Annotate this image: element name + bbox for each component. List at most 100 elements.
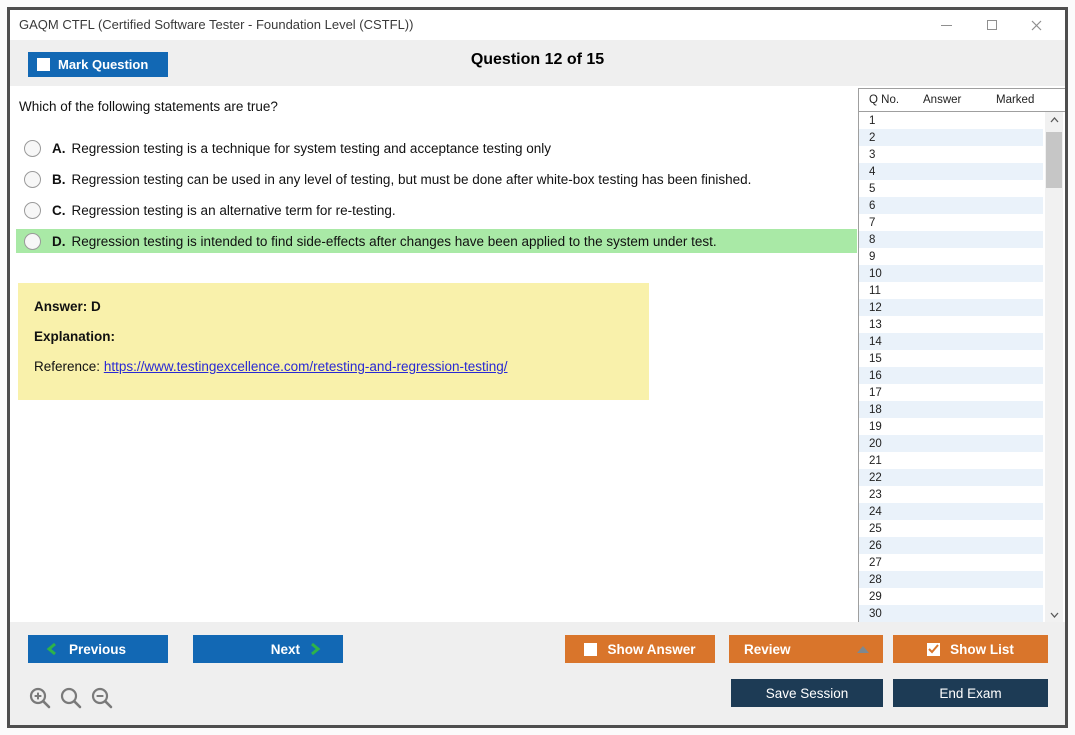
question-list-row[interactable]: 8 — [859, 231, 1043, 248]
row-qno: 10 — [859, 268, 913, 280]
option-b[interactable]: B. Regression testing can be used in any … — [16, 167, 857, 191]
question-list-row[interactable]: 20 — [859, 435, 1043, 452]
question-list-row[interactable]: 15 — [859, 350, 1043, 367]
question-list-row[interactable]: 19 — [859, 418, 1043, 435]
end-exam-button[interactable]: End Exam — [893, 679, 1048, 707]
question-list-row[interactable]: 28 — [859, 571, 1043, 588]
radio-icon[interactable] — [24, 233, 41, 250]
row-qno: 21 — [859, 455, 913, 467]
question-list-row[interactable]: 26 — [859, 537, 1043, 554]
row-qno: 14 — [859, 336, 913, 348]
option-text: Regression testing is a technique for sy… — [72, 141, 552, 156]
window-title: GAQM CTFL (Certified Software Tester - F… — [19, 17, 413, 32]
question-list-row[interactable]: 10 — [859, 265, 1043, 282]
question-list-row[interactable]: 12 — [859, 299, 1043, 316]
scroll-down-icon[interactable] — [1045, 607, 1063, 623]
question-list-row[interactable]: 9 — [859, 248, 1043, 265]
question-list-row[interactable]: 21 — [859, 452, 1043, 469]
question-list-row[interactable]: 14 — [859, 333, 1043, 350]
question-list-row[interactable]: 16 — [859, 367, 1043, 384]
reference-link[interactable]: https://www.testingexcellence.com/retest… — [104, 359, 508, 374]
zoom-controls — [28, 686, 114, 710]
option-letter: B. — [52, 172, 66, 187]
scrollbar-thumb[interactable] — [1046, 132, 1062, 188]
option-text: Regression testing can be used in any le… — [72, 172, 752, 187]
option-text: Regression testing is intended to find s… — [72, 234, 717, 249]
row-qno: 27 — [859, 557, 913, 569]
show-answer-checkbox[interactable] — [584, 643, 597, 656]
check-icon — [928, 644, 939, 654]
save-session-button[interactable]: Save Session — [731, 679, 883, 707]
review-button[interactable]: Review — [729, 635, 883, 663]
options-list: A. Regression testing is a technique for … — [16, 136, 857, 260]
show-list-checkbox[interactable] — [927, 643, 940, 656]
app-window: GAQM CTFL (Certified Software Tester - F… — [7, 7, 1068, 728]
zoom-out-icon[interactable] — [90, 686, 114, 710]
question-list-header: Q No. Answer Marked — [859, 89, 1065, 112]
option-letter: A. — [52, 141, 66, 156]
desktop-background: GAQM CTFL (Certified Software Tester - F… — [0, 0, 1075, 735]
radio-icon[interactable] — [24, 140, 41, 157]
question-text: Which of the following statements are tr… — [19, 99, 278, 114]
question-list-row[interactable]: 7 — [859, 214, 1043, 231]
previous-label: Previous — [69, 642, 126, 657]
question-list-row[interactable]: 6 — [859, 197, 1043, 214]
question-list-row[interactable]: 27 — [859, 554, 1043, 571]
row-qno: 28 — [859, 574, 913, 586]
review-label: Review — [744, 642, 791, 657]
zoom-reset-icon[interactable] — [59, 686, 83, 710]
prev-chevron-icon — [46, 642, 57, 656]
previous-button[interactable]: Previous — [28, 635, 168, 663]
show-answer-label: Show Answer — [607, 642, 695, 657]
radio-icon[interactable] — [24, 202, 41, 219]
question-list-row[interactable]: 29 — [859, 588, 1043, 605]
row-qno: 29 — [859, 591, 913, 603]
question-list-row[interactable]: 2 — [859, 129, 1043, 146]
question-list-row[interactable]: 17 — [859, 384, 1043, 401]
question-list-body: 1234567891011121314151617181920212223242… — [859, 112, 1043, 622]
question-list-row[interactable]: 1 — [859, 112, 1043, 129]
row-qno: 26 — [859, 540, 913, 552]
close-icon[interactable] — [1014, 10, 1059, 40]
option-letter: C. — [52, 203, 66, 218]
footer-bar: Previous Next Show Answer Review Show Li… — [10, 622, 1065, 725]
option-a[interactable]: A. Regression testing is a technique for … — [16, 136, 857, 160]
row-qno: 1 — [859, 115, 913, 127]
show-list-button[interactable]: Show List — [893, 635, 1048, 663]
row-qno: 2 — [859, 132, 913, 144]
row-qno: 20 — [859, 438, 913, 450]
question-list-row[interactable]: 18 — [859, 401, 1043, 418]
row-qno: 30 — [859, 608, 913, 620]
row-qno: 16 — [859, 370, 913, 382]
row-qno: 13 — [859, 319, 913, 331]
maximize-icon[interactable] — [969, 10, 1014, 40]
option-d[interactable]: D.Regression testing is intended to find… — [16, 229, 857, 253]
radio-icon[interactable] — [24, 171, 41, 188]
explanation-label: Explanation: — [34, 329, 633, 344]
question-list-row[interactable]: 30 — [859, 605, 1043, 622]
question-list-row[interactable]: 11 — [859, 282, 1043, 299]
end-exam-label: End Exam — [939, 686, 1001, 701]
question-list-row[interactable]: 23 — [859, 486, 1043, 503]
question-list-scrollbar[interactable] — [1045, 112, 1063, 623]
show-answer-button[interactable]: Show Answer — [565, 635, 715, 663]
row-qno: 18 — [859, 404, 913, 416]
next-button[interactable]: Next — [193, 635, 343, 663]
row-qno: 12 — [859, 302, 913, 314]
question-list-row[interactable]: 24 — [859, 503, 1043, 520]
option-c[interactable]: C.Regression testing is an alternative t… — [16, 198, 857, 222]
question-list-row[interactable]: 3 — [859, 146, 1043, 163]
question-list-row[interactable]: 5 — [859, 180, 1043, 197]
question-counter: Question 12 of 15 — [10, 51, 1065, 69]
scroll-up-icon[interactable] — [1045, 112, 1063, 128]
zoom-in-icon[interactable] — [28, 686, 52, 710]
question-list-row[interactable]: 4 — [859, 163, 1043, 180]
question-list-row[interactable]: 13 — [859, 316, 1043, 333]
question-list-row[interactable]: 22 — [859, 469, 1043, 486]
minimize-icon[interactable] — [924, 10, 969, 40]
answer-panel: Answer: D Explanation: Reference: https:… — [18, 283, 649, 400]
question-list-row[interactable]: 25 — [859, 520, 1043, 537]
row-qno: 22 — [859, 472, 913, 484]
title-bar: GAQM CTFL (Certified Software Tester - F… — [10, 10, 1065, 40]
row-qno: 11 — [859, 285, 913, 297]
